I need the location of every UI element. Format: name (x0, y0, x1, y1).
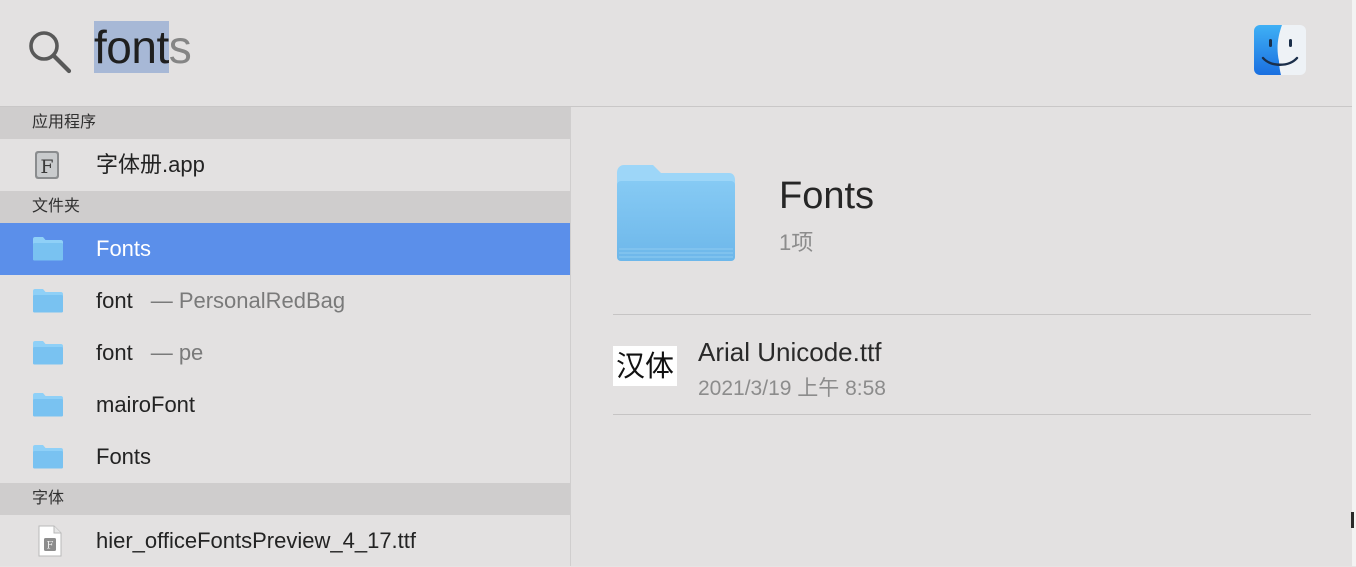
result-label: 字体册.app (96, 152, 205, 177)
section-header-fonts: 字体 (0, 483, 570, 515)
result-path: — PersonalRedBag (150, 288, 346, 313)
preview-file-date: 2021/3/19 上午 8:58 (698, 377, 886, 400)
result-label: Fonts (96, 236, 152, 261)
folder-icon (617, 165, 735, 261)
search-typed-text: font (94, 21, 169, 73)
result-item-font-book[interactable]: F 字体册.app (0, 139, 570, 191)
folder-icon (33, 393, 63, 417)
svg-text:F: F (40, 156, 53, 178)
search-input[interactable]: fonts (94, 16, 192, 78)
result-label: hier_officeFontsPreview_4_17.ttf (96, 528, 416, 553)
result-item-folder-fonts[interactable]: Fonts (0, 223, 570, 275)
preview-item-count: 1项 (779, 230, 814, 255)
result-item-font-file[interactable]: F hier_officeFontsPreview_4_17.ttf (0, 515, 570, 567)
search-icon (29, 31, 72, 74)
result-label: mairoFont (96, 392, 196, 417)
result-item-folder-fonts-2[interactable]: Fonts (0, 431, 570, 483)
divider (613, 414, 1311, 415)
folder-icon (33, 289, 63, 313)
folder-icon (33, 237, 63, 261)
result-item-folder-mairofont[interactable]: mairoFont (0, 379, 570, 431)
preview-title: Fonts (779, 175, 875, 217)
spotlight-window: fonts 应用程序 F 字体册.app 文件夹 Fonts font — Pe… (0, 0, 1353, 566)
desktop-edge (1352, 0, 1356, 566)
result-label: Fonts (96, 444, 152, 469)
finder-icon[interactable] (1253, 24, 1307, 76)
desktop-edge-mark (1351, 512, 1354, 528)
svg-text:F: F (47, 541, 54, 552)
font-preview-thumbnail[interactable]: 汉体 (613, 346, 677, 386)
divider (613, 314, 1311, 315)
folder-icon (33, 445, 63, 469)
font-file-icon: F (38, 525, 62, 557)
folder-icon (33, 341, 63, 365)
search-completion-text: s (168, 21, 192, 73)
result-label: font — PersonalRedBag (96, 288, 346, 313)
result-item-folder-font[interactable]: font — pe (0, 327, 570, 379)
search-bar: fonts (0, 0, 1352, 107)
result-label: font — pe (96, 340, 204, 365)
section-header-folders: 文件夹 (0, 191, 570, 223)
font-book-icon: F (35, 151, 59, 179)
section-header-applications: 应用程序 (0, 107, 570, 139)
result-path: — pe (150, 340, 204, 365)
result-item-folder-font[interactable]: font — PersonalRedBag (0, 275, 570, 327)
preview-pane: Fonts 1项 汉体 Arial Unicode.ttf 2021/3/19 … (571, 107, 1352, 566)
preview-file-name[interactable]: Arial Unicode.ttf (698, 337, 882, 368)
result-list: 应用程序 F 字体册.app 文件夹 Fonts font — PersonalR… (0, 107, 571, 566)
